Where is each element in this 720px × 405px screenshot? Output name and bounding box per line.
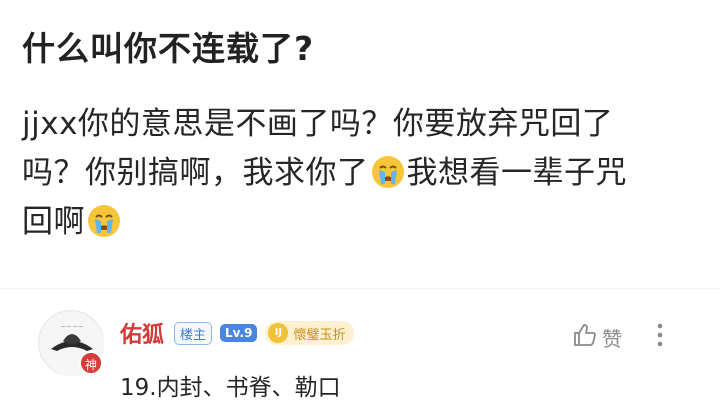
reply-author-row: 佑狐 楼主 Lv.9 IJ 懷璧玉折 [120, 317, 355, 349]
reply-text: 19.内封、书脊、勒口 [120, 375, 341, 401]
more-options-icon[interactable] [650, 318, 670, 352]
svg-text:~~~~: ~~~~ [60, 323, 84, 331]
medal-icon: IJ [268, 323, 289, 343]
avatar[interactable]: ~~~~ 神 [38, 310, 104, 376]
post-body-text: 我想看一辈子咒 [406, 155, 627, 191]
post-body-line-1: jjxx你的意思是不画了吗？你要放弃咒回了 [22, 106, 614, 142]
medal-label: 懷璧玉折 [293, 327, 346, 343]
avatar-badge: 神 [79, 351, 103, 375]
author-name[interactable]: 佑狐 [120, 317, 164, 349]
post-body: jjxx你的意思是不画了吗？你要放弃咒回了 吗？你别搞啊，我求你了 我想看一辈子… [22, 100, 702, 247]
post-body-text: 吗？你别搞啊，我求你了 [22, 155, 369, 191]
post-body-line-3: 回啊 [22, 198, 702, 247]
section-divider [0, 288, 720, 289]
crying-face-icon [87, 204, 121, 238]
crying-face-icon [371, 155, 405, 189]
like-button[interactable]: 赞 [572, 322, 622, 352]
post-body-text: 回啊 [22, 204, 85, 240]
thumbs-up-icon [572, 322, 598, 352]
owner-tag: 楼主 [174, 321, 213, 345]
medal-badge[interactable]: IJ 懷璧玉折 [265, 321, 355, 345]
post-title: 什么叫你不连载了? [22, 29, 315, 68]
post-body-line-2: 吗？你别搞啊，我求你了 我想看一辈子咒 [22, 149, 702, 198]
like-label: 赞 [602, 326, 622, 351]
level-badge: Lv.9 [220, 324, 258, 342]
